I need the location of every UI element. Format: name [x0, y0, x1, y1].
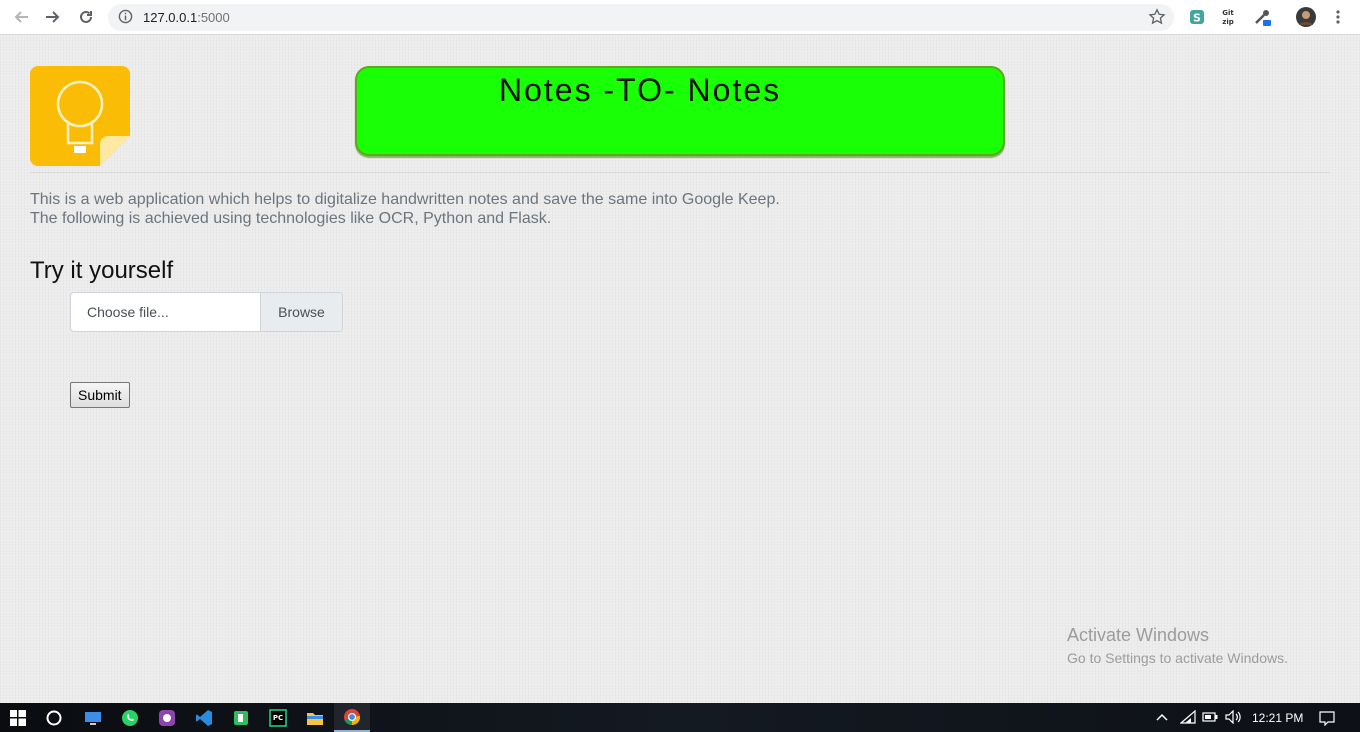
description-line-1: This is a web application which helps to…	[30, 191, 780, 208]
vscode-icon[interactable]	[186, 703, 222, 732]
eyedropper-icon[interactable]	[1252, 7, 1272, 27]
reload-icon	[80, 10, 92, 23]
submit-button[interactable]: Submit	[70, 382, 130, 408]
profile-avatar[interactable]	[1296, 7, 1316, 27]
watermark-title: Activate Windows	[1067, 625, 1210, 645]
description-line-2: The following is achieved using technolo…	[30, 210, 552, 227]
back-button[interactable]	[9, 5, 33, 29]
google-keep-logo	[30, 66, 130, 166]
pycharm-icon[interactable]: PC	[260, 703, 296, 732]
url-host: 127.0.0.1	[143, 10, 198, 25]
page-content: Notes -TO- Notes This is a web applicati…	[0, 36, 1360, 703]
taskview-icon[interactable]	[75, 703, 111, 732]
cortana-icon[interactable]	[36, 703, 72, 732]
url-text[interactable]: 127.0.0.1:5000	[143, 10, 230, 25]
file-explorer-icon[interactable]	[297, 703, 333, 732]
try-heading: Try it yourself	[30, 257, 174, 284]
s-extension-icon[interactable]: S	[1187, 7, 1207, 27]
description: This is a web application which helps to…	[30, 190, 780, 228]
file-input-placeholder[interactable]: Choose file...	[87, 304, 169, 320]
chevron-up-icon[interactable]	[1154, 709, 1170, 725]
svg-text:Git: Git	[1222, 9, 1234, 17]
watermark-subtitle: Go to Settings to activate Windows.	[1067, 650, 1288, 666]
svg-text:PC: PC	[273, 714, 283, 722]
browse-button[interactable]: Browse	[260, 293, 342, 331]
browser-toolbar: 127.0.0.1:5000 S Git zip	[0, 0, 1360, 35]
evernote-icon[interactable]	[223, 703, 259, 732]
forward-arrow-icon	[46, 11, 60, 23]
divider	[30, 172, 1330, 173]
activate-windows-watermark: Activate Windows Go to Settings to activ…	[1067, 625, 1288, 666]
back-arrow-icon	[14, 11, 28, 23]
notification-icon[interactable]	[1319, 710, 1335, 726]
forward-button[interactable]	[41, 5, 65, 29]
address-bar[interactable]: 127.0.0.1:5000	[108, 4, 1174, 31]
gitzip-icon[interactable]: Git zip	[1218, 7, 1238, 27]
volume-icon[interactable]	[1225, 709, 1241, 725]
site-info-icon[interactable]	[118, 9, 133, 29]
page-title: Notes -TO- Notes	[499, 72, 782, 108]
start-icon[interactable]	[0, 703, 36, 732]
file-input[interactable]: Choose file... Browse	[70, 292, 343, 332]
url-port: :5000	[197, 10, 230, 25]
title-banner: Notes -TO- Notes	[355, 66, 1005, 156]
bookmark-star-icon[interactable]	[1148, 8, 1166, 31]
battery-icon[interactable]	[1202, 709, 1218, 725]
clock[interactable]: 12:21 PM	[1252, 711, 1303, 725]
svg-text:zip: zip	[1222, 18, 1233, 26]
chrome-icon[interactable]	[334, 703, 370, 732]
reload-button[interactable]	[74, 5, 98, 29]
wifi-icon[interactable]	[1180, 709, 1196, 725]
svg-text:S: S	[1193, 12, 1201, 25]
menu-kebab-icon[interactable]	[1328, 7, 1348, 27]
app-icon[interactable]	[149, 703, 185, 732]
taskbar: PC 12:21 PM	[0, 703, 1360, 732]
whatsapp-icon[interactable]	[112, 703, 148, 732]
